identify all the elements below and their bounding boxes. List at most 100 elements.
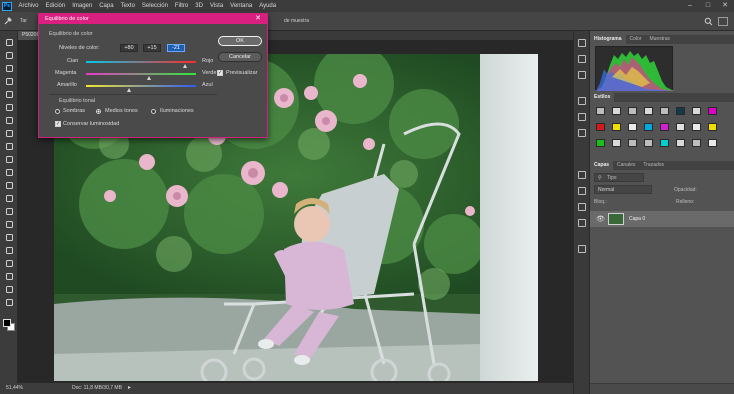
style-swatch[interactable] [644, 139, 653, 147]
style-swatch[interactable] [596, 107, 605, 115]
path-select-tool-icon[interactable] [3, 245, 15, 255]
style-swatch[interactable] [708, 107, 717, 115]
radio-highlights[interactable] [151, 109, 156, 114]
history-brush-tool-icon[interactable] [3, 154, 15, 164]
style-swatch[interactable] [612, 123, 621, 131]
style-swatch[interactable] [628, 139, 637, 147]
marquee-tool-icon[interactable] [3, 50, 15, 60]
eye-icon[interactable]: 👁 [596, 215, 605, 223]
radio-midtones-label[interactable]: Medios tonos [105, 108, 138, 114]
radio-shadows-label[interactable]: Sombras [63, 108, 85, 114]
style-swatch[interactable] [676, 139, 685, 147]
radio-shadows[interactable] [55, 109, 60, 114]
close-window-icon[interactable]: ✕ [717, 0, 733, 12]
menu-seleccion[interactable]: Selección [138, 0, 171, 12]
close-icon[interactable]: ✕ [255, 14, 261, 24]
hand-tool-icon[interactable] [3, 271, 15, 281]
crop-tool-icon[interactable] [3, 89, 15, 99]
dodge-tool-icon[interactable] [3, 206, 15, 216]
style-swatch[interactable] [692, 107, 701, 115]
chevron-right-icon[interactable]: ▸ [128, 383, 131, 394]
magenta-green-thumb[interactable] [146, 76, 151, 80]
style-swatch[interactable] [676, 107, 685, 115]
yellow-blue-slider[interactable] [86, 85, 196, 87]
gradient-tool-icon[interactable] [3, 180, 15, 190]
tab-canales[interactable]: Canales [613, 161, 639, 170]
menu-filtro[interactable]: Filtro [171, 0, 191, 12]
eraser-tool-icon[interactable] [3, 167, 15, 177]
more-tool-icon[interactable] [3, 297, 15, 307]
brush-tool-icon[interactable] [3, 128, 15, 138]
tab-histograma[interactable]: Histograma [590, 35, 626, 44]
menu-3d[interactable]: 3D [192, 0, 207, 12]
menu-archivo[interactable]: Archivo [15, 0, 42, 12]
menu-capa[interactable]: Capa [96, 0, 117, 12]
style-swatch[interactable] [628, 123, 637, 131]
tab-color[interactable]: Color [626, 35, 646, 44]
foreground-color-swatch[interactable] [3, 319, 11, 327]
workspace-icon[interactable] [718, 17, 728, 26]
menu-vista[interactable]: Vista [206, 0, 226, 12]
level-cyan-red-field[interactable]: +80 [120, 44, 138, 52]
menu-edicion[interactable]: Edición [42, 0, 69, 12]
pen-tool-icon[interactable] [3, 219, 15, 229]
style-swatch[interactable] [708, 123, 717, 131]
panel-strip-icon[interactable] [578, 55, 586, 63]
preview-checkbox[interactable]: ✓ [217, 70, 223, 76]
cancel-button[interactable]: Cancelar [218, 52, 262, 62]
style-swatch[interactable] [628, 107, 637, 115]
tab-capas[interactable]: Capas [590, 161, 614, 170]
radio-midtones[interactable] [96, 109, 101, 114]
tab-estilos[interactable]: Estilos [590, 93, 615, 102]
panel-strip-icon[interactable] [578, 71, 586, 79]
panel-strip-icon[interactable] [578, 113, 586, 121]
ok-button[interactable]: OK [218, 36, 262, 46]
blend-mode-select[interactable]: Normal [594, 185, 652, 194]
menu-ayuda[interactable]: Ayuda [256, 0, 280, 12]
tab-trazados[interactable]: Trazados [639, 161, 668, 170]
preserve-luminosity-checkbox[interactable]: ✓ [55, 121, 61, 127]
eyedropper-tool-icon[interactable] [3, 102, 15, 112]
quick-select-tool-icon[interactable] [3, 76, 15, 86]
minimize-icon[interactable]: – [682, 0, 698, 12]
zoom-level[interactable]: 51,44% [6, 383, 23, 394]
zoom-tool-icon[interactable] [3, 284, 15, 294]
dialog-titlebar[interactable]: Equilibrio de color ✕ [39, 14, 267, 24]
style-swatch[interactable] [708, 139, 717, 147]
panel-strip-icon[interactable] [578, 39, 586, 47]
menu-ventana[interactable]: Ventana [227, 0, 256, 12]
style-swatch[interactable] [644, 107, 653, 115]
style-swatch[interactable] [596, 123, 605, 131]
style-swatch[interactable] [660, 123, 669, 131]
preserve-luminosity-label[interactable]: Conservar luminosidad [63, 121, 119, 127]
healing-tool-icon[interactable] [3, 115, 15, 125]
lasso-tool-icon[interactable] [3, 63, 15, 73]
panel-strip-icon[interactable] [578, 187, 586, 195]
blur-tool-icon[interactable] [3, 193, 15, 203]
radio-highlights-label[interactable]: Iluminaciones [160, 108, 194, 114]
layer-filter[interactable]: ⚲ Tipo [594, 173, 644, 182]
style-swatch[interactable] [692, 139, 701, 147]
move-tool-icon[interactable] [3, 37, 15, 47]
cyan-red-thumb[interactable] [182, 64, 187, 68]
panel-strip-icon[interactable] [578, 129, 586, 137]
maximize-icon[interactable]: □ [700, 0, 716, 12]
level-magenta-green-field[interactable]: +15 [143, 44, 161, 52]
layer-row[interactable]: 👁 Capa 0 [590, 211, 734, 227]
panel-strip-icon[interactable] [578, 171, 586, 179]
style-swatch[interactable] [692, 123, 701, 131]
panel-strip-icon[interactable] [578, 97, 586, 105]
eyedropper-tool-icon[interactable] [3, 16, 15, 27]
magenta-green-slider[interactable] [86, 73, 196, 75]
style-swatch[interactable] [596, 139, 605, 147]
shape-tool-icon[interactable] [3, 258, 15, 268]
style-swatch[interactable] [644, 123, 653, 131]
panel-strip-icon[interactable] [578, 203, 586, 211]
preview-label[interactable]: Previsualizar [226, 70, 257, 76]
stamp-tool-icon[interactable] [3, 141, 15, 151]
style-swatch[interactable] [676, 123, 685, 131]
layer-name[interactable]: Capa 0 [629, 216, 645, 222]
style-swatch[interactable] [660, 139, 669, 147]
style-swatch[interactable] [660, 107, 669, 115]
style-swatch[interactable] [612, 107, 621, 115]
